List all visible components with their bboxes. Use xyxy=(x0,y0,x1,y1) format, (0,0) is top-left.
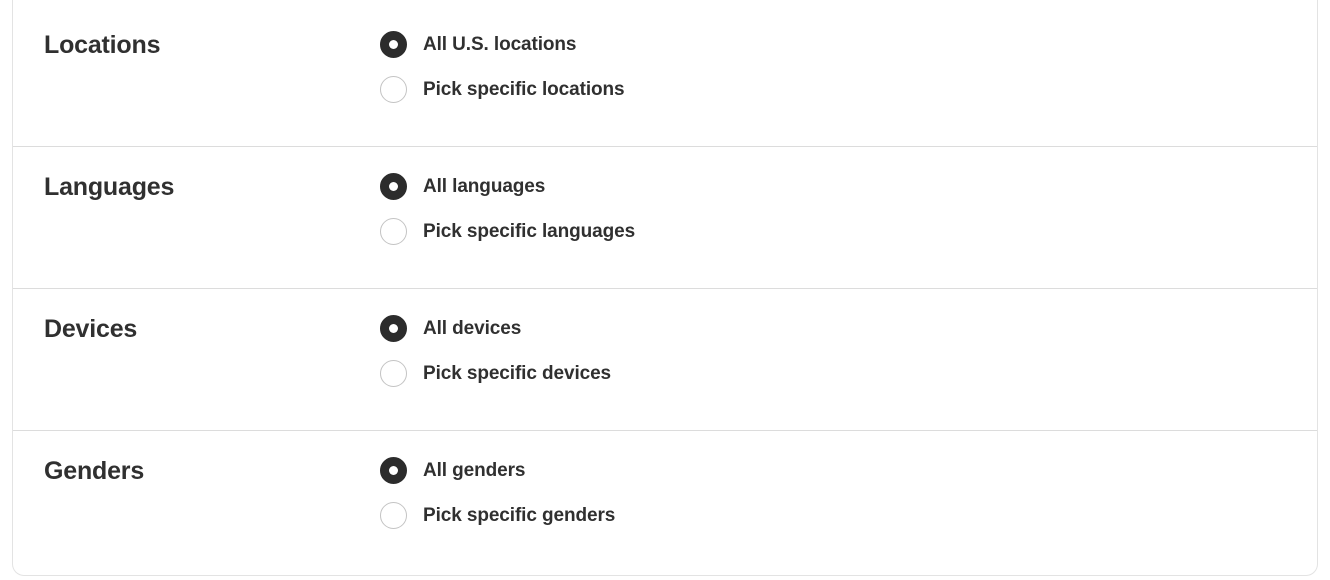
radio-dot-icon xyxy=(389,40,398,49)
radio-indicator[interactable] xyxy=(380,502,407,529)
radio-dot-icon xyxy=(389,182,398,191)
radio-option-all-genders[interactable]: All genders xyxy=(380,457,1317,484)
radio-option-label: Pick specific languages xyxy=(423,220,636,242)
radio-indicator[interactable] xyxy=(380,457,407,484)
setting-row-locations: Locations All U.S. locations Pick specif… xyxy=(13,0,1317,146)
radio-group-genders: All genders Pick specific genders xyxy=(380,456,1317,529)
radio-dot-icon xyxy=(389,466,398,475)
radio-option-pick-specific-locations[interactable]: Pick specific locations xyxy=(380,76,1317,103)
radio-dot-icon xyxy=(389,324,398,333)
radio-indicator[interactable] xyxy=(380,31,407,58)
setting-label-genders: Genders xyxy=(44,457,145,485)
radio-option-label: All devices xyxy=(423,317,522,339)
radio-indicator[interactable] xyxy=(380,173,407,200)
setting-row-genders: Genders All genders Pick specific gender… xyxy=(13,430,1317,575)
setting-row-devices: Devices All devices Pick specific device… xyxy=(13,288,1317,430)
setting-label-locations: Locations xyxy=(44,31,161,59)
radio-indicator[interactable] xyxy=(380,218,407,245)
radio-option-all-us-locations[interactable]: All U.S. locations xyxy=(380,31,1317,58)
radio-group-devices: All devices Pick specific devices xyxy=(380,314,1317,387)
radio-indicator[interactable] xyxy=(380,315,407,342)
radio-option-pick-specific-languages[interactable]: Pick specific languages xyxy=(380,218,1317,245)
setting-label-languages: Languages xyxy=(44,173,175,201)
radio-option-pick-specific-genders[interactable]: Pick specific genders xyxy=(380,502,1317,529)
setting-label-devices: Devices xyxy=(44,315,138,343)
radio-option-pick-specific-devices[interactable]: Pick specific devices xyxy=(380,360,1317,387)
radio-option-label: All U.S. locations xyxy=(423,33,577,55)
radio-option-all-devices[interactable]: All devices xyxy=(380,315,1317,342)
radio-dot-icon xyxy=(389,511,398,520)
radio-group-locations: All U.S. locations Pick specific locatio… xyxy=(380,30,1317,103)
radio-indicator[interactable] xyxy=(380,76,407,103)
radio-option-label: Pick specific locations xyxy=(423,78,625,100)
radio-option-label: Pick specific devices xyxy=(423,362,612,384)
radio-indicator[interactable] xyxy=(380,360,407,387)
radio-option-all-languages[interactable]: All languages xyxy=(380,173,1317,200)
radio-option-label: All genders xyxy=(423,459,526,481)
setting-row-languages: Languages All languages Pick specific la… xyxy=(13,146,1317,288)
radio-option-label: All languages xyxy=(423,175,546,197)
radio-dot-icon xyxy=(389,369,398,378)
radio-group-languages: All languages Pick specific languages xyxy=(380,172,1317,245)
targeting-settings-card: Locations All U.S. locations Pick specif… xyxy=(12,0,1318,576)
radio-dot-icon xyxy=(389,85,398,94)
radio-dot-icon xyxy=(389,227,398,236)
radio-option-label: Pick specific genders xyxy=(423,504,616,526)
